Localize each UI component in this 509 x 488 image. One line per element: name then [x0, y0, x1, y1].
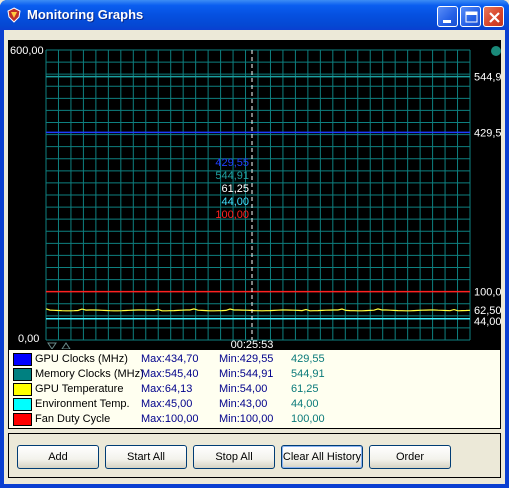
legend-swatch — [13, 368, 32, 381]
legend-min: Min:100,00 — [219, 413, 274, 425]
right-value-label: 100,00 — [474, 287, 501, 299]
legend-max: Max:434,70 — [141, 353, 199, 365]
graph-canvas: 600,000,0000:25:53544,91429,55100,0062,5… — [8, 40, 501, 350]
legend-row[interactable]: Environment Temp. Max:45,00 Min:43,00 44,00 — [9, 397, 500, 412]
legend-row[interactable]: Fan Duty Cycle Max:100,00 Min:100,00 100,00 — [9, 412, 500, 427]
close-icon — [489, 12, 500, 23]
legend-panel: GPU Clocks (MHz) Max:434,70 Min:429,55 429,… — [8, 349, 501, 429]
legend-min: Min:544,91 — [219, 368, 274, 380]
legend-name: Memory Clocks (MHz) — [35, 368, 144, 380]
title-bar[interactable]: Monitoring Graphs — [0, 0, 509, 30]
legend-row[interactable]: GPU Clocks (MHz) Max:434,70 Min:429,55 429,… — [9, 352, 500, 367]
cursor-value-label: 61,25 — [221, 183, 249, 195]
legend-current: 100,00 — [291, 413, 325, 425]
legend-min: Min:43,00 — [219, 398, 268, 410]
y-max-label: 600,00 — [10, 45, 44, 57]
cursor-value-label: 100,00 — [215, 209, 249, 221]
close-button[interactable] — [483, 6, 504, 27]
clear-all-history-button[interactable]: Clear All History — [281, 445, 363, 469]
legend-current: 429,55 — [291, 353, 325, 365]
legend-max: Max:64,13 — [141, 383, 193, 395]
legend-max: Max:545,40 — [141, 368, 199, 380]
right-value-label: 44,00 — [474, 316, 501, 328]
legend-min: Min:54,00 — [219, 383, 268, 395]
maximize-icon — [465, 11, 478, 23]
legend-row[interactable]: GPU Temperature Max:64,13 Min:54,00 61,25 — [9, 382, 500, 397]
app-icon — [7, 7, 21, 23]
client-area: 600,000,0000:25:53544,91429,55100,0062,5… — [4, 30, 505, 484]
legend-row[interactable]: Memory Clocks (MHz) Max:545,40 Min:544,91 5… — [9, 367, 500, 382]
legend-name: GPU Temperature — [35, 383, 124, 395]
legend-max: Max:45,00 — [141, 398, 193, 410]
legend-min: Min:429,55 — [219, 353, 274, 365]
stop-all-button[interactable]: Stop All — [193, 445, 275, 469]
order-button[interactable]: Order — [369, 445, 451, 469]
legend-max: Max:100,00 — [141, 413, 199, 425]
legend-name: Fan Duty Cycle — [35, 413, 111, 425]
legend-swatch — [13, 383, 32, 396]
legend-current: 44,00 — [291, 398, 319, 410]
cursor-value-label: 429,55 — [215, 157, 249, 169]
y-min-label: 0,00 — [18, 333, 39, 345]
cursor-value-label: 44,00 — [221, 196, 249, 208]
legend-name: Environment Temp. — [35, 398, 130, 410]
legend-swatch — [13, 353, 32, 366]
right-value-label: 429,55 — [474, 127, 501, 139]
legend-swatch — [13, 413, 32, 426]
start-all-button[interactable]: Start All — [105, 445, 187, 469]
legend-swatch — [13, 398, 32, 411]
window-title: Monitoring Graphs — [27, 7, 144, 22]
cursor-value-label: 544,91 — [215, 170, 249, 182]
minimize-button[interactable] — [437, 6, 458, 27]
status-dot-icon — [491, 46, 501, 56]
legend-current: 61,25 — [291, 383, 319, 395]
monitoring-window: Monitoring Graphs 600,00 0,00 00:25:53 544,… — [0, 0, 509, 488]
graph-panel[interactable]: 600,000,0000:25:53544,91429,55100,0062,5… — [8, 40, 501, 378]
right-value-label: 544,91 — [474, 72, 501, 84]
maximize-button[interactable] — [460, 6, 481, 27]
add-button[interactable]: Add — [17, 445, 99, 469]
legend-name: GPU Clocks (MHz) — [35, 353, 128, 365]
legend-current: 544,91 — [291, 368, 325, 380]
button-bar: Add Start All Stop All Clear All History… — [8, 433, 501, 478]
minimize-icon — [443, 20, 451, 23]
